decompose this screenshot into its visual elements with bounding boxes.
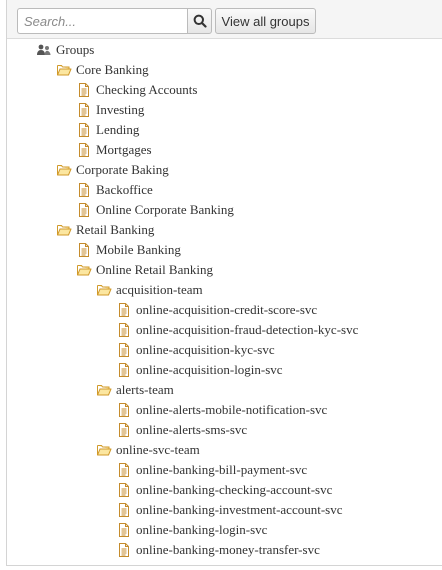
tree-node-label: Investing [96,102,145,117]
tree-node-label: Mobile Banking [96,242,181,257]
tree-node-label: Mortgages [96,142,152,157]
tree-item[interactable]: online-alerts-mobile-notification-svc [116,400,327,420]
tree-node-label: Online Retail Banking [96,262,213,277]
tree-group[interactable]: alerts-team [96,380,174,400]
tree-node-label: Groups [56,42,95,57]
folder-open-icon [76,262,92,278]
document-icon [116,522,132,538]
tree-node-label: online-alerts-sms-svc [136,422,248,437]
tree-group[interactable]: online-svc-team [96,440,200,460]
document-icon [116,422,132,438]
search-input[interactable] [17,8,187,34]
tree-group[interactable]: acquisition-team [96,280,203,300]
tree-item[interactable]: Mobile Banking [76,240,181,260]
tree-node-label: Backoffice [96,182,153,197]
tree-item[interactable]: Investing [76,100,144,120]
document-icon [76,142,92,158]
tree-item[interactable]: online-acquisition-credit-score-svc [116,300,317,320]
tree-group[interactable]: Core Banking [56,60,149,80]
tree-group[interactable]: Online Retail Banking [76,260,213,280]
folder-open-icon [96,442,112,458]
tree-group[interactable]: Corporate Baking [56,160,169,180]
tree-node-label: online-banking-money-transfer-svc [136,542,320,557]
tree-root-groups[interactable]: Groups [36,40,94,60]
tree-item[interactable]: online-banking-money-transfer-svc [116,540,320,560]
tree-node-label: online-acquisition-login-svc [136,362,283,377]
tree-item[interactable]: online-acquisition-kyc-svc [116,340,275,360]
document-icon [76,182,92,198]
tree-item[interactable]: online-banking-bill-payment-svc [116,460,307,480]
tree-node-label: Core Banking [76,62,149,77]
document-icon [116,462,132,478]
tree-item[interactable]: online-banking-investment-account-svc [116,500,343,520]
document-icon [116,502,132,518]
document-icon [116,542,132,558]
tree-node-label: online-banking-login-svc [136,522,268,537]
folder-open-icon [56,62,72,78]
tree-node-label: acquisition-team [116,282,203,297]
document-icon [76,202,92,218]
tree-item[interactable]: online-banking-checking-account-svc [116,480,332,500]
users-icon [36,42,52,58]
tree-node-label: online-banking-bill-payment-svc [136,462,308,477]
tree-item[interactable]: online-banking-login-svc [116,520,267,540]
tree-node-label: online-banking-checking-account-svc [136,482,333,497]
tree-node-label: alerts-team [116,382,174,397]
search-icon [193,14,207,28]
groups-toolbar: View all groups [7,0,442,39]
document-icon [76,82,92,98]
tree-node-label: online-banking-investment-account-svc [136,502,343,517]
folder-open-icon [56,162,72,178]
tree-node-label: online-svc-team [116,442,200,457]
tree-node-label: Retail Banking [76,222,155,237]
tree-group[interactable]: Retail Banking [56,220,154,240]
document-icon [116,322,132,338]
tree-node-label: online-acquisition-kyc-svc [136,342,275,357]
document-icon [116,302,132,318]
tree-item[interactable]: Lending [76,120,139,140]
folder-open-icon [96,382,112,398]
tree-node-label: online-acquisition-fraud-detection-kyc-s… [136,322,359,337]
document-icon [116,402,132,418]
document-icon [76,242,92,258]
tree-node-label: Online Corporate Banking [96,202,234,217]
document-icon [116,482,132,498]
view-all-groups-button[interactable]: View all groups [215,8,316,34]
tree-node-label: Checking Accounts [96,82,198,97]
tree-item[interactable]: Checking Accounts [76,80,197,100]
document-icon [76,102,92,118]
folder-open-icon [56,222,72,238]
tree-node-label: Lending [96,122,140,137]
tree-item[interactable]: Backoffice [76,180,153,200]
search-button[interactable] [187,8,212,34]
tree-item[interactable]: online-acquisition-fraud-detection-kyc-s… [116,320,358,340]
tree-item[interactable]: online-acquisition-login-svc [116,360,283,380]
document-icon [116,362,132,378]
document-icon [76,122,92,138]
tree-node-label: online-acquisition-credit-score-svc [136,302,318,317]
tree-item[interactable]: online-alerts-sms-svc [116,420,247,440]
tree-node-label: online-alerts-mobile-notification-svc [136,402,328,417]
groups-panel: View all groups Groups Core Banking Checki… [6,0,442,566]
folder-open-icon [96,282,112,298]
document-icon [116,342,132,358]
tree-item[interactable]: Mortgages [76,140,152,160]
tree-node-label: Corporate Baking [76,162,169,177]
tree-item[interactable]: Online Corporate Banking [76,200,234,220]
